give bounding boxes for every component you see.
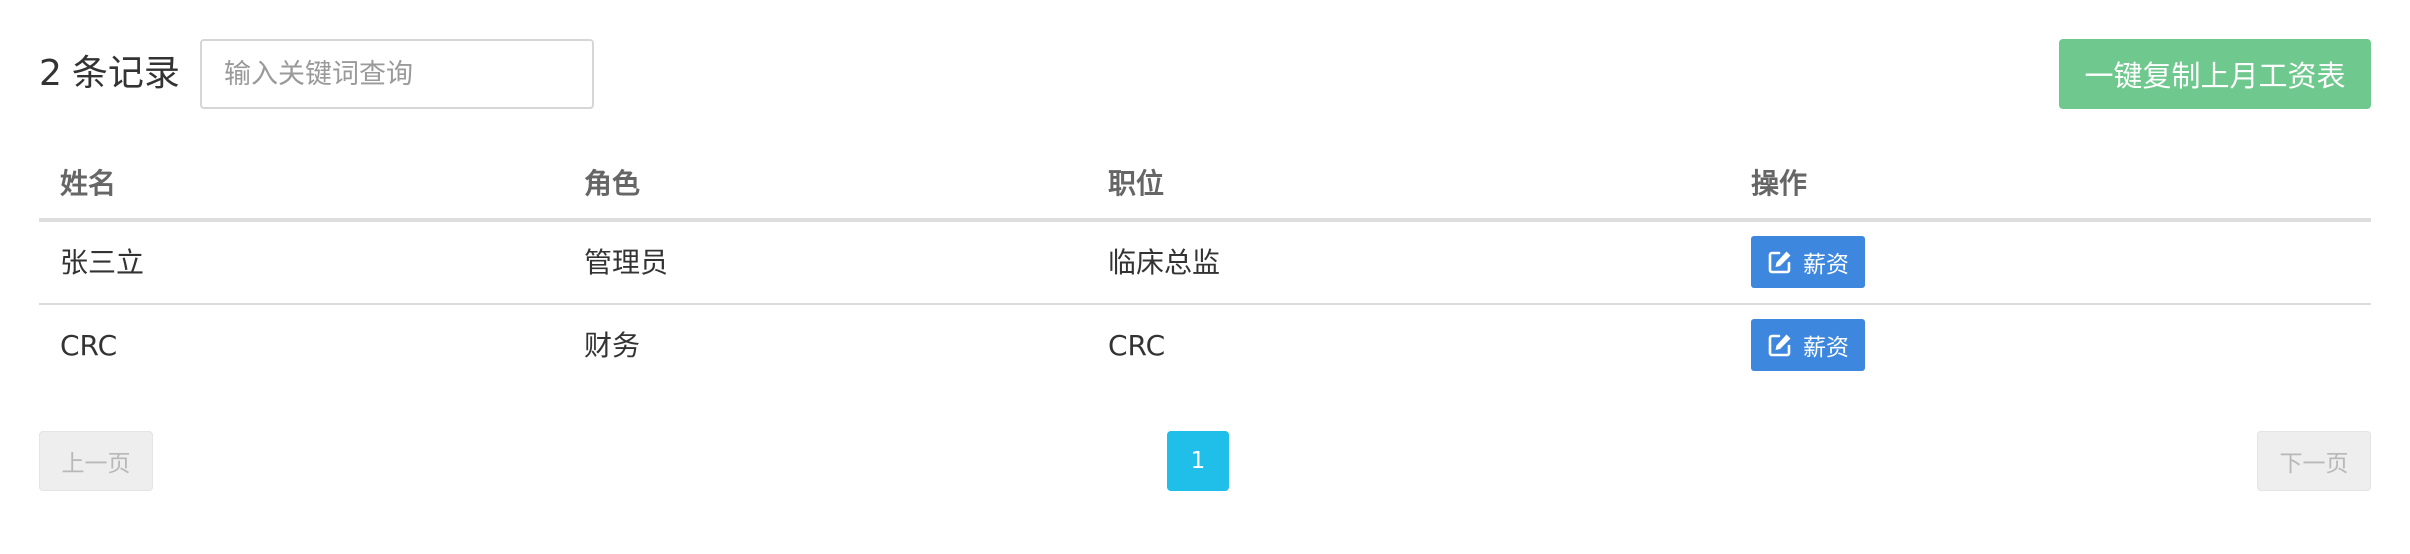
page-1-button[interactable]: 1	[1167, 431, 1229, 491]
pagination: 上一页 1 下一页	[39, 431, 2371, 491]
record-count-number: 2	[39, 53, 62, 94]
cell-position: CRC	[1108, 329, 1166, 362]
column-header-position: 职位	[1108, 167, 1165, 200]
salary-list-page: 2条记录 一键复制上月工资表 姓名 角色 职位 操作 张三立 管理员 临床总监 …	[39, 0, 2371, 554]
record-count-suffix: 条记录	[71, 53, 180, 94]
cell-name: 张三立	[60, 246, 145, 279]
record-count: 2 条记录	[39, 39, 180, 109]
prev-page-button[interactable]: 上一页	[39, 431, 153, 491]
salary-button[interactable]: 薪资	[1751, 319, 1865, 371]
table-header: 姓名 角色 职位 操作	[39, 150, 2371, 222]
staff-table: 姓名 角色 职位 操作 张三立 管理员 临床总监 薪资 CRC 财务 CRC 薪…	[39, 150, 2371, 388]
list-toolbar: 2条记录 一键复制上月工资表	[39, 39, 2371, 109]
edit-icon	[1767, 332, 1793, 358]
search-input[interactable]	[200, 39, 594, 109]
column-header-actions: 操作	[1751, 167, 1808, 200]
copy-last-month-payroll-button[interactable]: 一键复制上月工资表	[2059, 39, 2371, 109]
table-row: 张三立 管理员 临床总监 薪资	[39, 222, 2371, 305]
next-page-button[interactable]: 下一页	[2257, 431, 2371, 491]
column-header-name: 姓名	[60, 167, 117, 200]
column-header-role: 角色	[584, 167, 641, 200]
salary-button-label: 薪资	[1803, 335, 1849, 361]
cell-name: CRC	[60, 329, 118, 362]
edit-icon	[1767, 249, 1793, 275]
salary-button[interactable]: 薪资	[1751, 236, 1865, 288]
cell-role: 管理员	[584, 246, 669, 279]
cell-role: 财务	[584, 329, 641, 362]
table-row: CRC 财务 CRC 薪资	[39, 305, 2371, 388]
cell-position: 临床总监	[1108, 246, 1221, 279]
salary-button-label: 薪资	[1803, 252, 1849, 278]
